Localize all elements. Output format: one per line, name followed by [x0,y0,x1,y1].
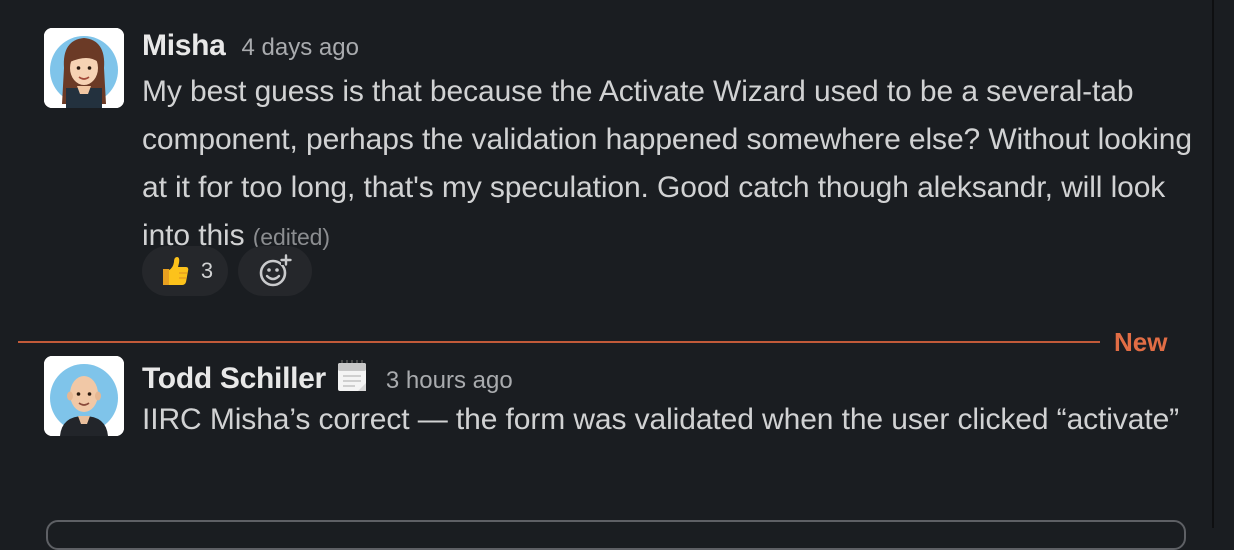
message-text: IIRC Misha’s correct — the form was vali… [142,403,1180,436]
right-scroll-rail [1212,0,1214,528]
woman-avatar-icon [44,28,124,108]
add-emoji-icon [259,254,292,287]
calendar-icon[interactable] [336,359,368,393]
new-messages-divider [18,341,1100,343]
author-name[interactable]: Misha [142,26,226,66]
message-meta: Misha 4 days ago [142,26,1202,66]
thumbs-up-icon [162,257,189,285]
message-meta: Todd Schiller 3 hours ago [142,354,1202,395]
new-messages-label: New [1114,327,1168,357]
avatar-misha[interactable] [44,28,124,108]
avatar-todd-schiller[interactable] [44,356,124,436]
author-name[interactable]: Todd Schiller [142,359,326,399]
message-content: Todd Schiller 3 hours ago IIRC Misha’s c… [142,354,1202,444]
add-reaction-button[interactable] [238,246,312,296]
message-composer[interactable] [46,520,1186,550]
bald-man-avatar-icon [44,356,124,436]
reaction-count: 3 [200,258,214,283]
timestamp[interactable]: 4 days ago [242,28,359,68]
reactions-bar: 3 [142,246,312,296]
timestamp[interactable]: 3 hours ago [386,361,513,401]
reaction-thumbs-up[interactable]: 3 [142,246,228,296]
message-content: Misha 4 days ago My best guess is that b… [142,26,1202,261]
message-text: My best guess is that because the Activa… [142,68,1202,261]
